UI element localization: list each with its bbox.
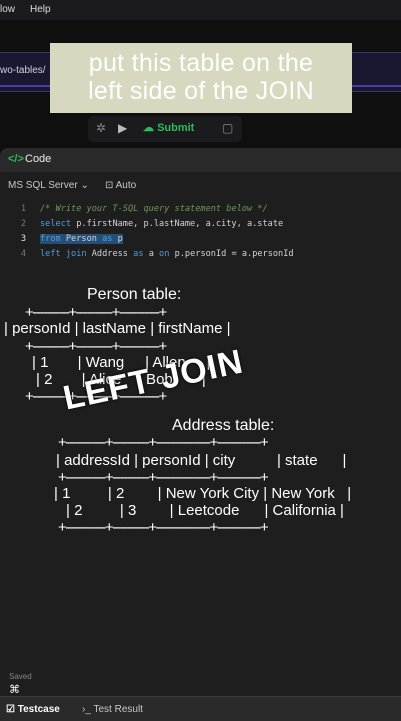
line-number: 2 xyxy=(20,219,26,229)
address-table-border: +-----------+----------+---------------+… xyxy=(58,519,269,536)
url-text: wo-tables/ xyxy=(0,65,46,76)
address-table-title: Address table: xyxy=(172,417,275,434)
action-toolbar: ✲ ▶ ☁ Submit ▢ xyxy=(88,116,242,142)
note-icon[interactable]: ▢ xyxy=(222,121,233,135)
code-line: 2 select p.firstName, p.lastName, a.city… xyxy=(0,219,401,233)
menu-bar: low Help xyxy=(0,0,401,20)
checkbox-icon: ☑ xyxy=(6,704,18,715)
caption-line-2: left side of the JOIN xyxy=(88,77,314,105)
language-label: MS SQL Server xyxy=(8,180,78,191)
selected-code: from Person as p xyxy=(40,234,123,244)
code-icon: </> xyxy=(8,153,24,165)
bottom-tab-bar: ☑ Testcase ›_ Test Result xyxy=(0,696,401,721)
address-table-border: +-----------+----------+---------------+… xyxy=(58,469,269,486)
panel-title: Code xyxy=(25,153,52,165)
line-number: 3 xyxy=(20,234,26,244)
menu-item-window[interactable]: low xyxy=(0,4,15,15)
debug-icon[interactable]: ✲ xyxy=(96,121,106,135)
tab-test-result[interactable]: ›_ Test Result xyxy=(82,704,143,715)
caption-line-1: put this table on the xyxy=(88,49,314,77)
tab-testcase-label: Testcase xyxy=(17,704,60,715)
person-table-border: +----------+----------+-----------+ xyxy=(25,338,167,355)
address-table-header: | addressId | personId | city | state | xyxy=(56,452,347,469)
submit-button[interactable]: ☁ Submit xyxy=(143,121,194,134)
language-select[interactable]: MS SQL Server ⌄ xyxy=(8,180,89,191)
video-caption: put this table on the left side of the J… xyxy=(50,43,352,113)
auto-format-toggle[interactable]: ⊡ Auto xyxy=(105,180,136,191)
person-table-title: Person table: xyxy=(87,286,182,303)
capcut-logo-icon: ⌘ xyxy=(9,684,20,696)
lock-icon: ⊡ xyxy=(105,180,116,191)
code-panel-header: </> Code xyxy=(0,148,401,172)
address-table-border: +-----------+----------+---------------+… xyxy=(58,434,269,451)
code-line: 3 from Person as p xyxy=(0,234,401,248)
code-comment: /* Write your T-SQL query statement belo… xyxy=(40,204,268,214)
address-table-row: | 2 | 3 | Leetcode | California | xyxy=(66,502,344,519)
tab-testcase[interactable]: ☑ Testcase xyxy=(6,704,60,715)
menu-item-help[interactable]: Help xyxy=(30,4,51,15)
code-text: select p.firstName, p.lastName, a.city, … xyxy=(40,219,284,229)
terminal-icon: ›_ xyxy=(82,704,94,715)
code-line: 1 /* Write your T-SQL query statement be… xyxy=(0,204,401,218)
line-number: 4 xyxy=(20,249,26,259)
person-table-border: +----------+----------+-----------+ xyxy=(25,304,167,321)
tab-test-result-label: Test Result xyxy=(93,704,143,715)
chevron-down-icon: ⌄ xyxy=(80,180,89,191)
saved-status: Saved xyxy=(9,672,32,681)
code-line: 4 left join Address as a on p.personId =… xyxy=(0,249,401,263)
auto-label: Auto xyxy=(115,180,137,191)
person-table-header: | personId | lastName | firstName | xyxy=(4,320,231,337)
cloud-upload-icon: ☁ xyxy=(143,122,154,134)
run-icon[interactable]: ▶ xyxy=(118,121,127,135)
address-table-row: | 1 | 2 | New York City | New York | xyxy=(54,485,352,502)
submit-label: Submit xyxy=(157,122,195,134)
line-number: 1 xyxy=(20,204,26,214)
code-text: left join Address as a on p.personId = a… xyxy=(40,249,294,259)
